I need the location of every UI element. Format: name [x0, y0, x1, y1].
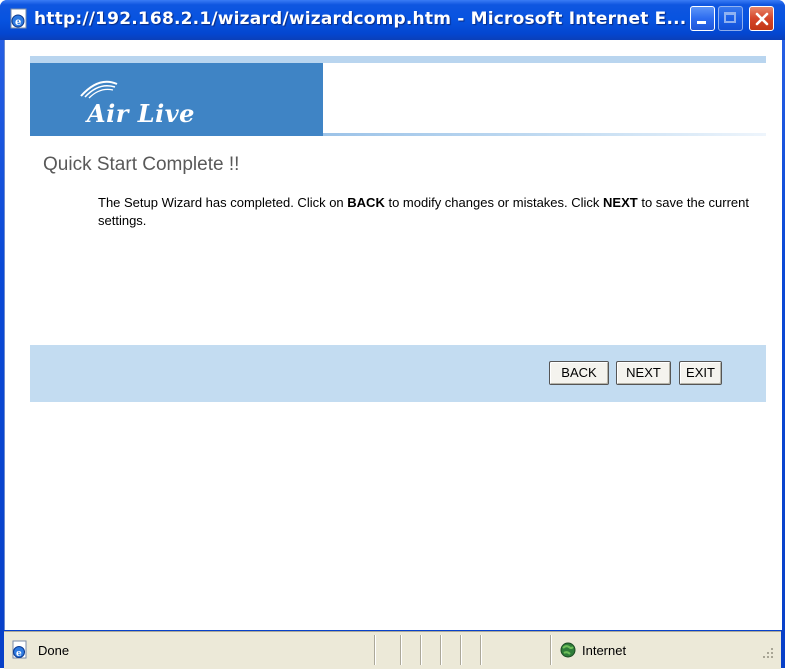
browser-window: e http://192.168.2.1/wizard/wizardcomp.h…	[0, 0, 785, 669]
security-zone-label: Internet	[582, 643, 627, 658]
maximize-button[interactable]	[718, 6, 743, 31]
ie-page-icon: e	[8, 8, 30, 30]
status-divider	[480, 635, 481, 665]
message-text: to modify changes or mistakes. Click	[384, 195, 604, 210]
resize-grip-icon[interactable]	[761, 646, 775, 663]
page-content: Air Live Quick Start Complete !! The Set…	[4, 40, 782, 630]
completion-message: The Setup Wizard has completed. Click on…	[98, 194, 763, 230]
message-back-keyword: BACK	[347, 195, 385, 210]
maximize-icon	[724, 12, 736, 23]
header-top-stripe	[30, 56, 766, 63]
status-divider	[550, 635, 551, 665]
header-underline	[323, 133, 766, 136]
minimize-icon	[697, 21, 706, 24]
svg-text:e: e	[16, 649, 22, 659]
status-divider	[440, 635, 441, 665]
status-bar: e Done Internet	[4, 631, 781, 669]
airlive-logo: Air Live	[87, 99, 195, 128]
exit-button[interactable]: EXIT	[679, 361, 722, 385]
back-button[interactable]: BACK	[549, 361, 609, 385]
internet-globe-icon	[560, 642, 576, 661]
status-divider	[374, 635, 375, 665]
wizard-button-bar: BACK NEXT EXIT	[30, 345, 766, 402]
status-divider	[400, 635, 401, 665]
close-button[interactable]	[749, 6, 774, 31]
window-title: http://192.168.2.1/wizard/wizardcomp.htm…	[34, 9, 687, 29]
message-next-keyword: NEXT	[603, 195, 638, 210]
page-title: Quick Start Complete !!	[43, 154, 240, 175]
close-icon	[755, 12, 769, 26]
status-text: Done	[38, 643, 70, 658]
svg-text:e: e	[15, 17, 21, 28]
status-divider	[420, 635, 421, 665]
minimize-button[interactable]	[690, 6, 715, 31]
title-bar[interactable]: e http://192.168.2.1/wizard/wizardcomp.h…	[0, 0, 785, 40]
next-button[interactable]: NEXT	[616, 361, 671, 385]
page-done-icon: e	[10, 640, 30, 663]
message-text: The Setup Wizard has completed. Click on	[98, 195, 348, 210]
status-divider	[460, 635, 461, 665]
